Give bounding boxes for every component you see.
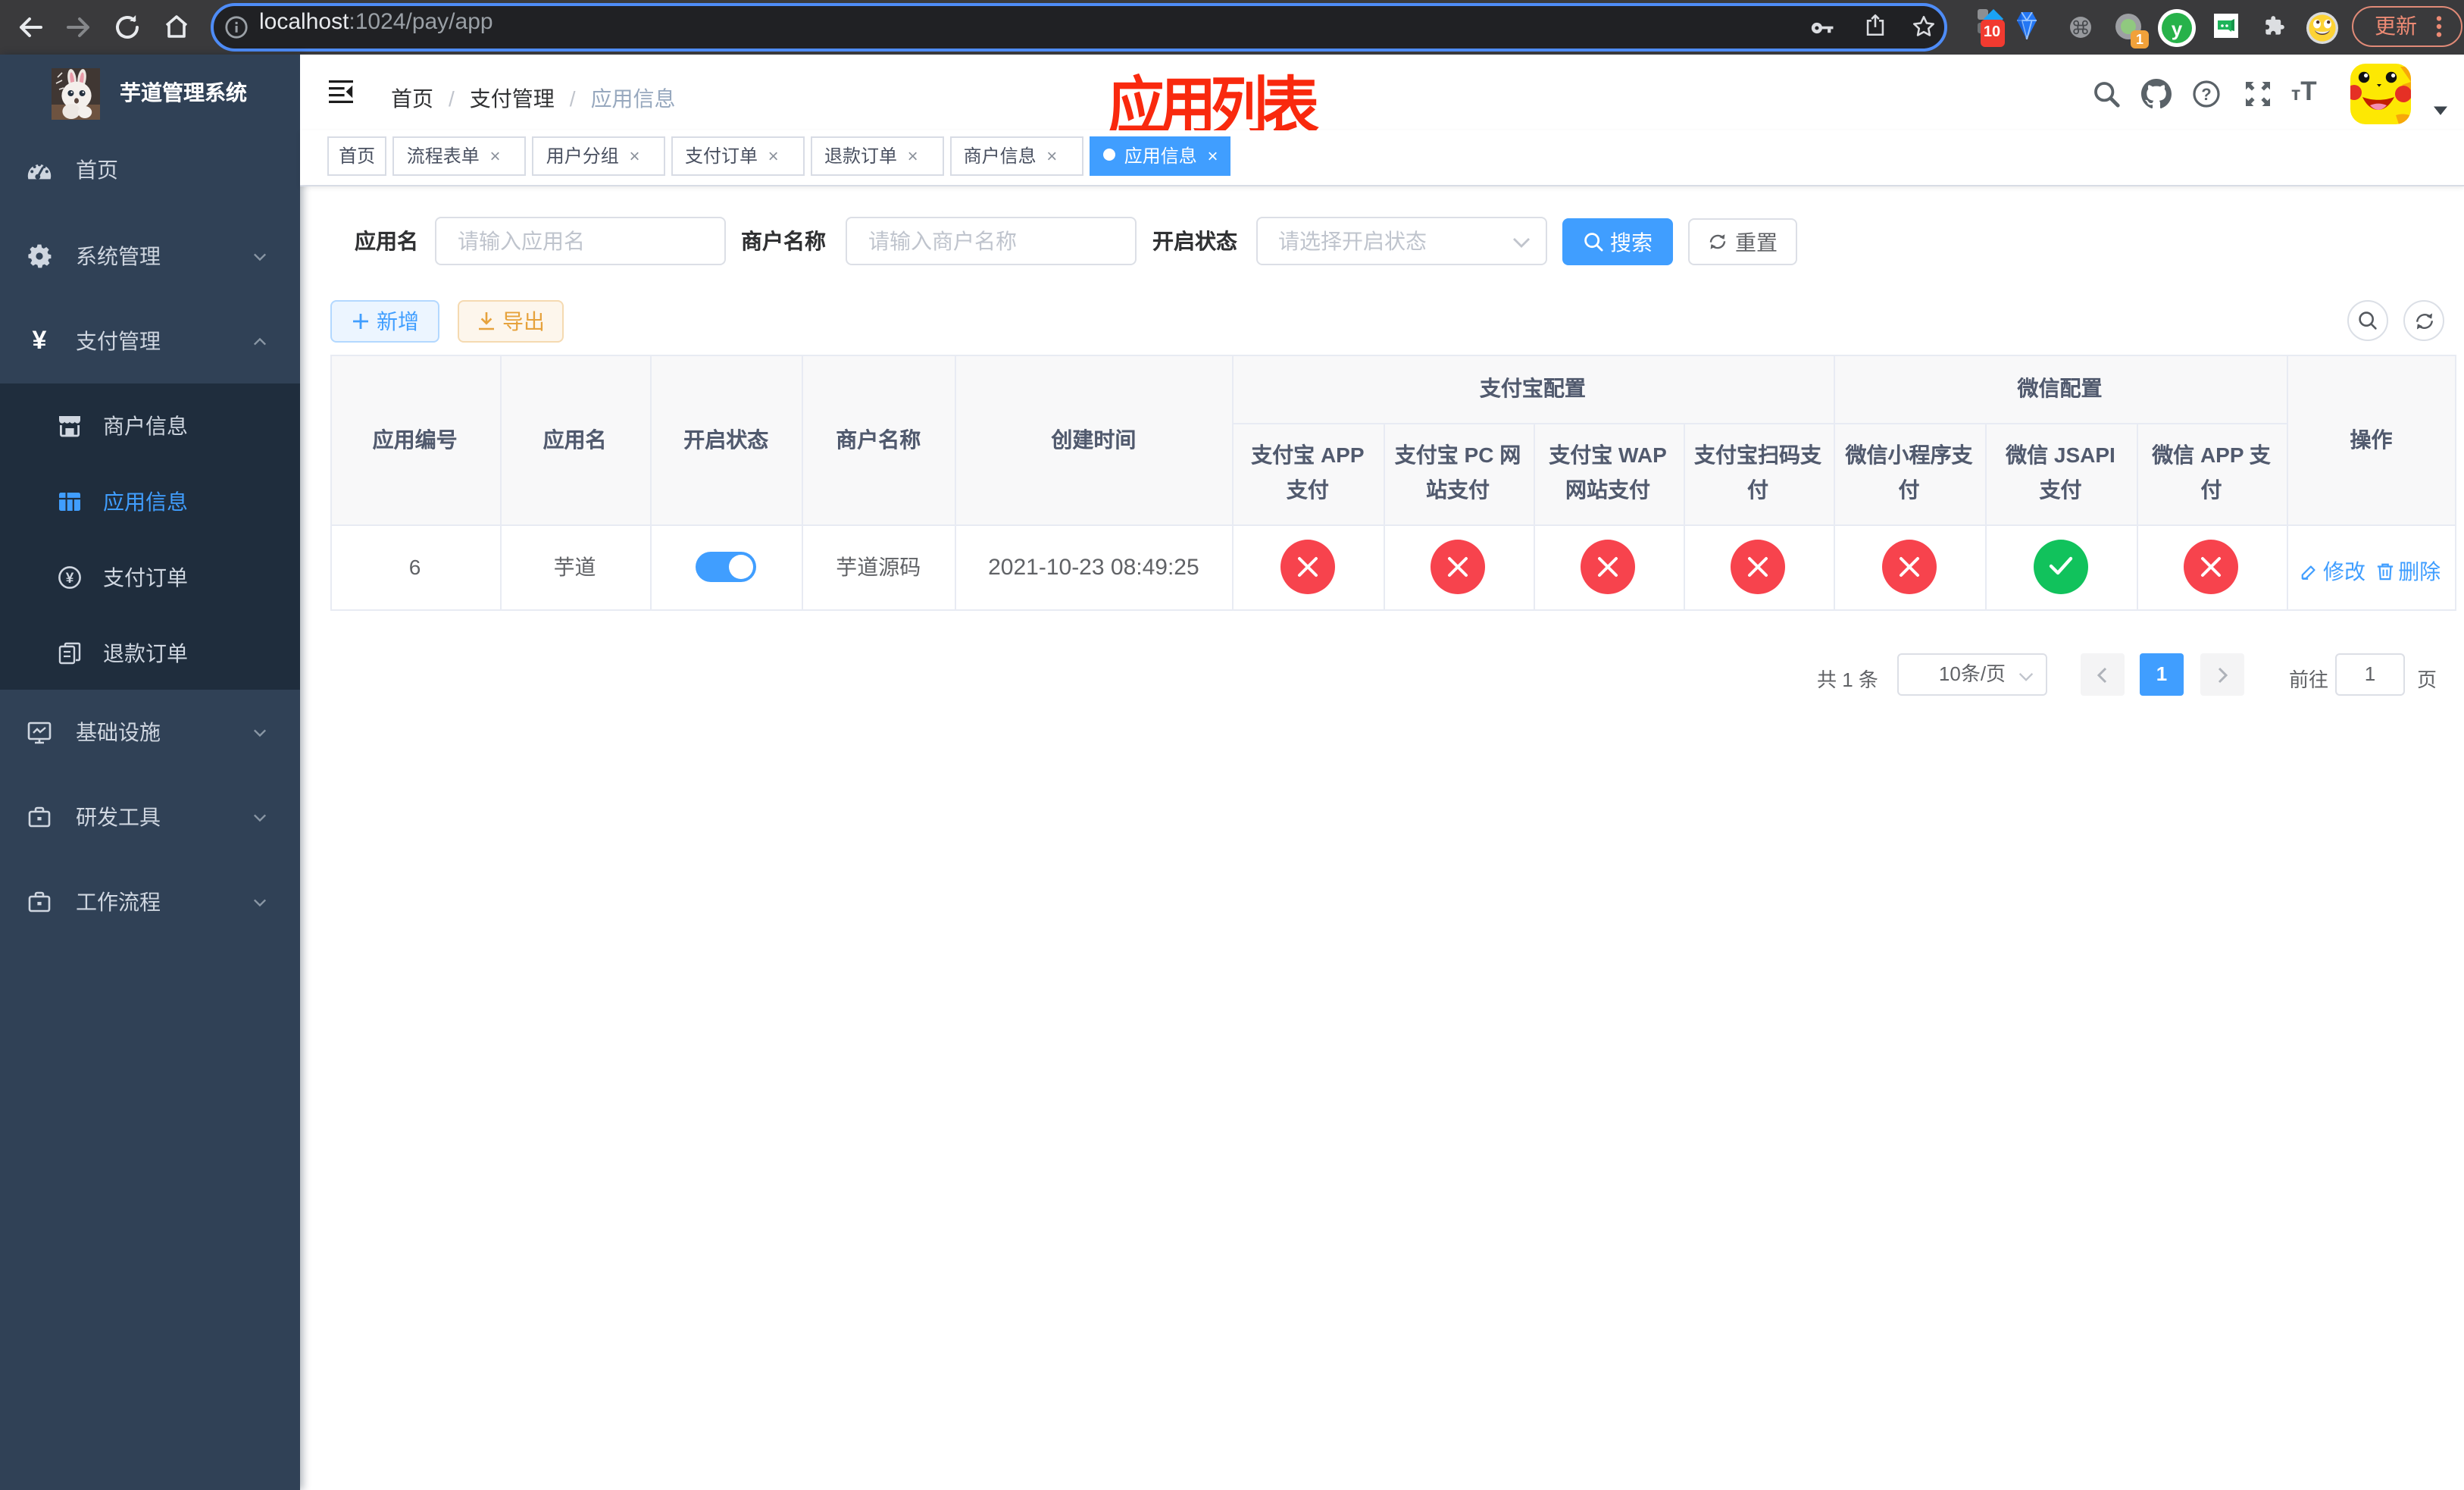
svg-text:?: ? — [2201, 85, 2211, 104]
svg-text:y: y — [2171, 17, 2182, 39]
svg-text:¥: ¥ — [66, 571, 74, 587]
